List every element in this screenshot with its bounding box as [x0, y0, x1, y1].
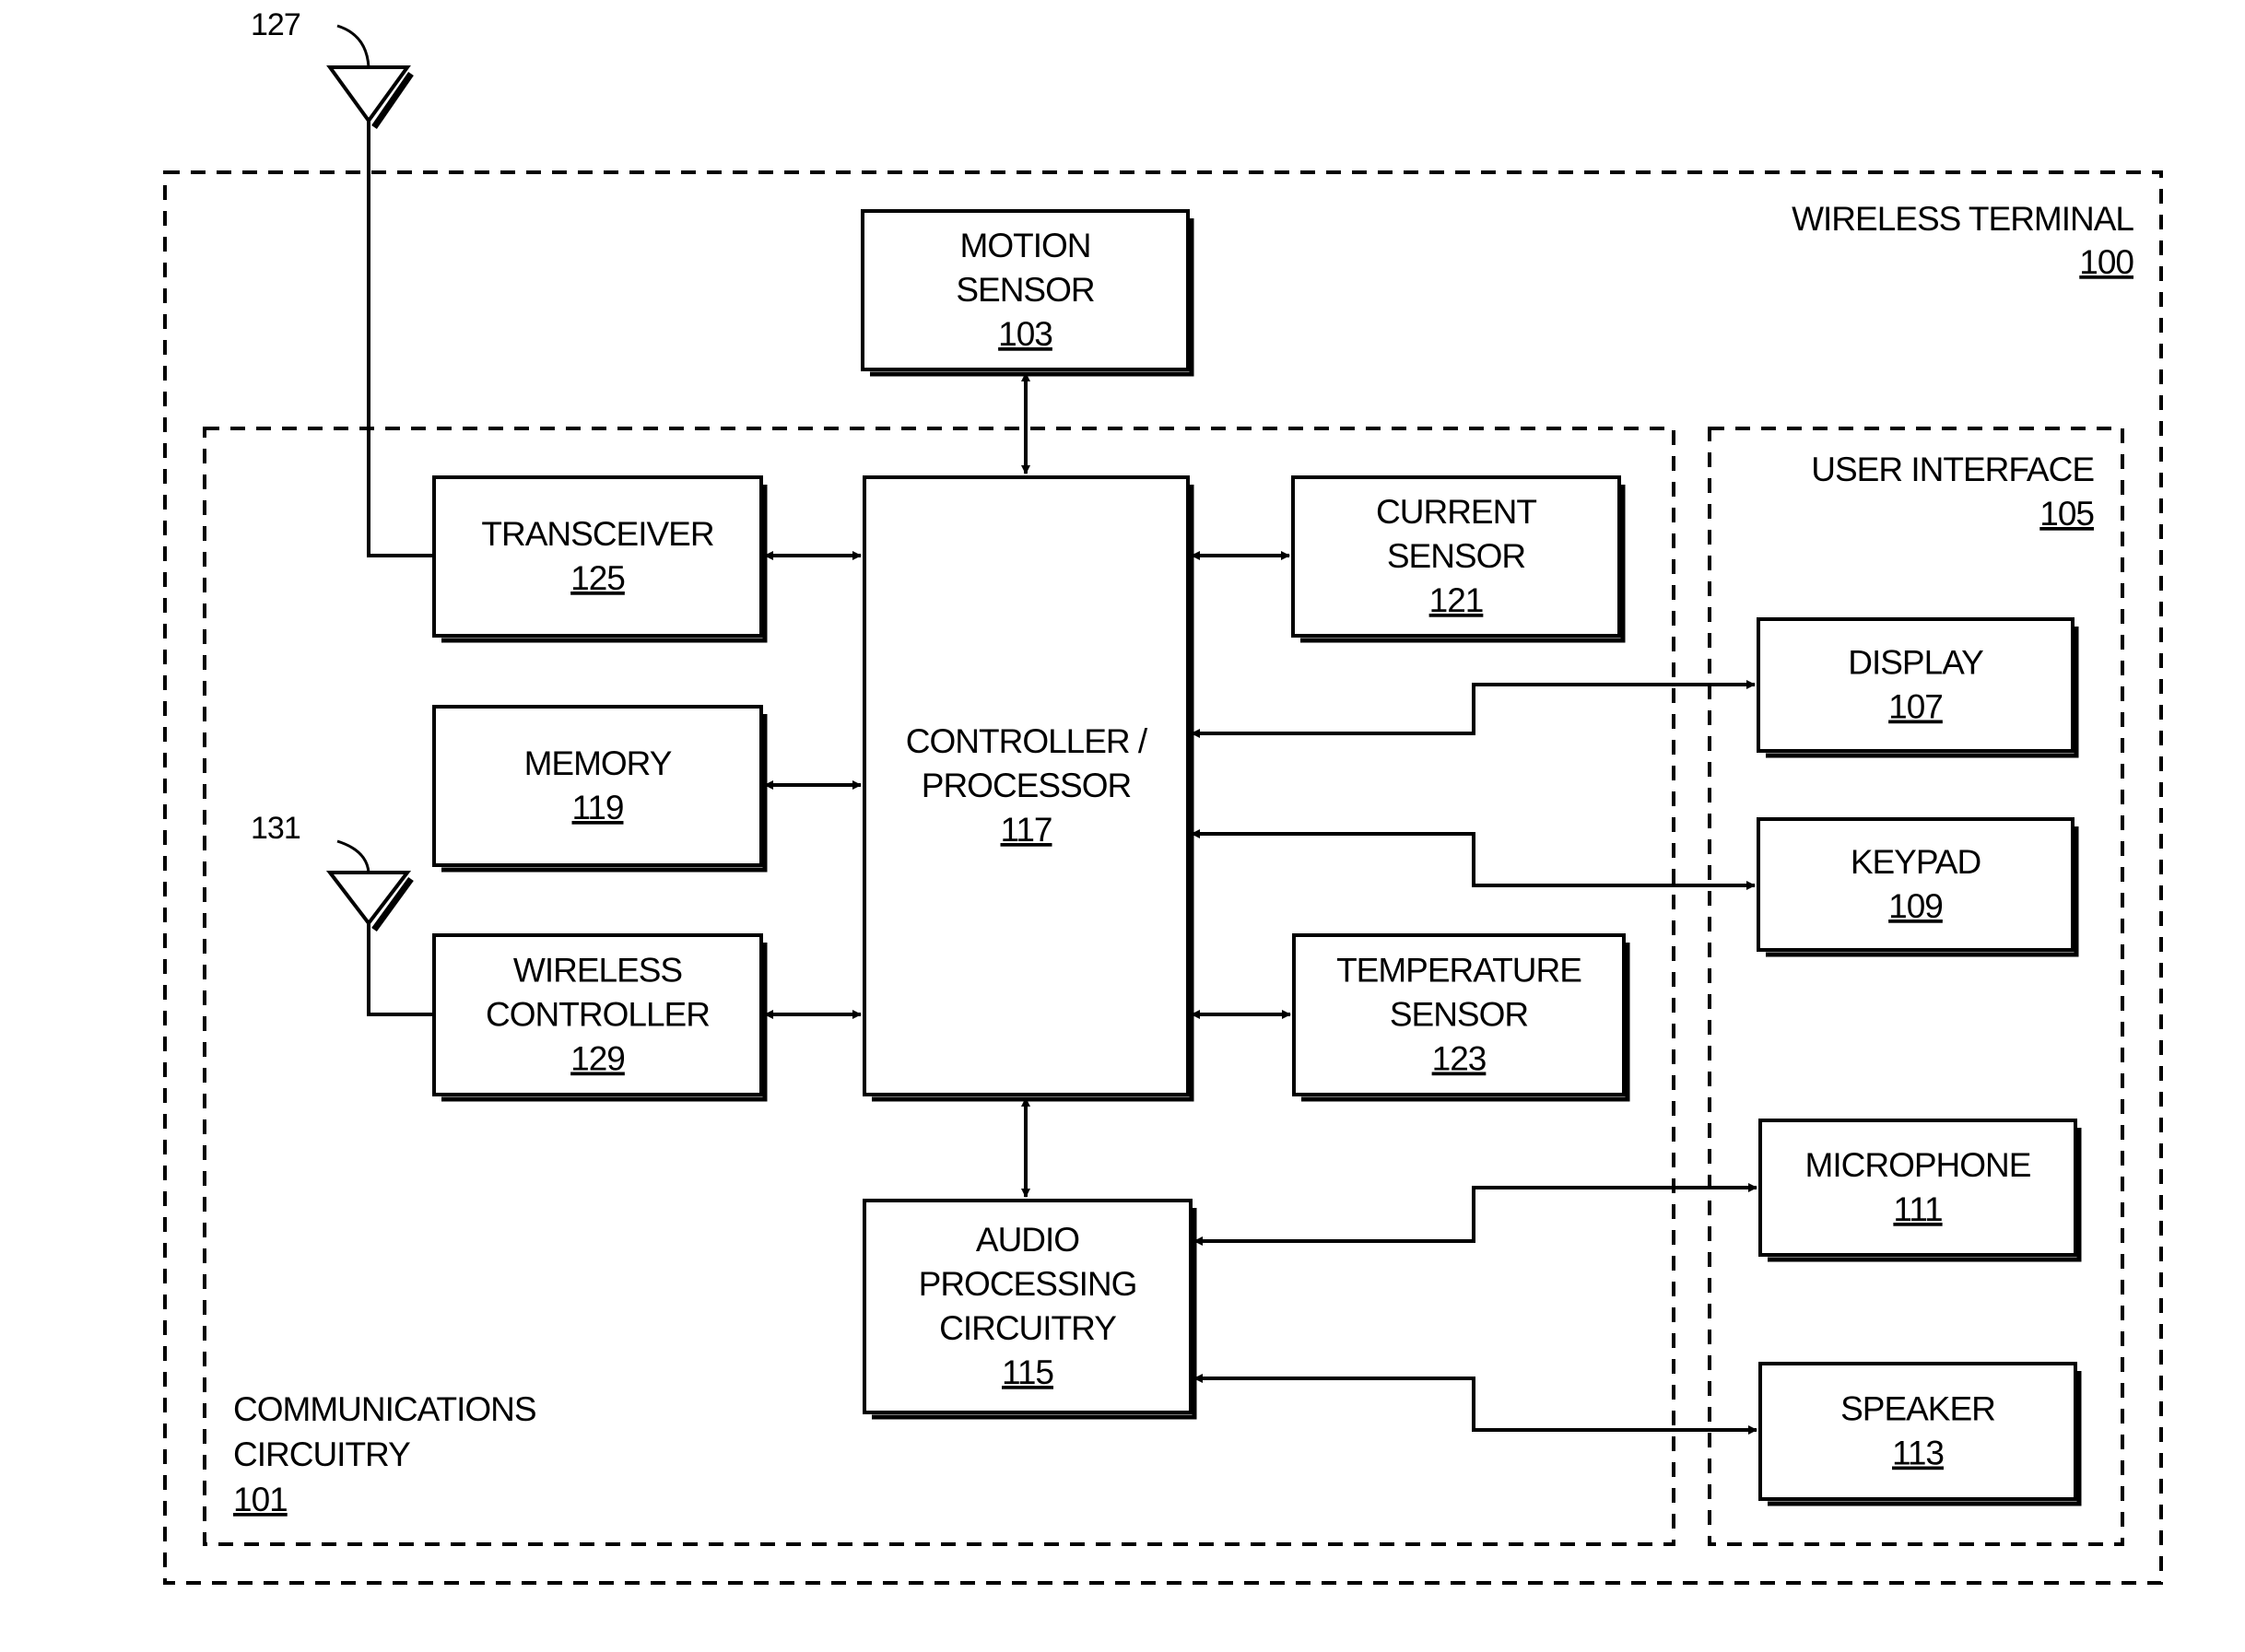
block-label-line: CONTROLLER /	[906, 722, 1148, 760]
antenna-131-feed-line	[367, 923, 434, 1016]
block-wireless-controller: WIRELESS CONTROLLER 129	[432, 933, 768, 1102]
user-interface-label: USER INTERFACE	[1811, 451, 2094, 488]
block-ref-number: 117	[1001, 811, 1052, 849]
block-motion-sensor: MOTION SENSOR 103	[861, 209, 1194, 377]
block-ref-number: 109	[1888, 887, 1943, 925]
block-speaker: SPEAKER 113	[1758, 1362, 2082, 1506]
block-label-line: CONTROLLER	[486, 996, 710, 1034]
block-ref-number: 111	[1893, 1190, 1942, 1228]
block-audio-processing: AUDIO PROCESSING CIRCUITRY 115	[863, 1199, 1197, 1420]
block-label-line: MOTION	[960, 227, 1091, 264]
connector-controller-keypad	[1191, 829, 1756, 890]
block-memory: MEMORY 119	[432, 705, 768, 873]
antenna-131: 131	[251, 811, 434, 1016]
block-box	[1758, 1362, 2077, 1501]
block-label-line: SENSOR	[1387, 537, 1525, 575]
antenna-127-feed-line	[367, 121, 434, 557]
block-label-line: WIRELESS	[513, 952, 682, 990]
block-label-line: MICROPHONE	[1805, 1146, 2031, 1184]
block-ref-number: 119	[572, 789, 624, 826]
block-label-line: CIRCUITRY	[939, 1309, 1116, 1347]
block-ref-number: 107	[1888, 688, 1943, 726]
block-label-line: SENSOR	[956, 271, 1094, 309]
block-controller-processor: CONTROLLER / PROCESSOR 117	[863, 475, 1194, 1102]
block-ref-number: 113	[1892, 1435, 1944, 1472]
wireless-terminal-ref: 100	[2079, 243, 2133, 281]
block-ref-number: 115	[1002, 1353, 1053, 1391]
antenna-127-ref: 127	[251, 7, 300, 42]
block-box	[1757, 617, 2075, 753]
block-label-line: DISPLAY	[1848, 644, 1983, 682]
block-label-line: PROCESSING	[919, 1265, 1137, 1303]
antenna-131-ref: 131	[251, 811, 300, 846]
block-label-line: KEYPAD	[1851, 843, 1981, 881]
block-ref-number: 125	[570, 559, 625, 597]
block-ref-number: 103	[998, 315, 1052, 353]
block-box	[432, 705, 763, 867]
block-label-line: AUDIO	[976, 1221, 1079, 1259]
block-display: DISPLAY 107	[1757, 617, 2079, 758]
block-keypad: KEYPAD 109	[1757, 817, 2079, 957]
communications-circuitry-label-line2: CIRCUITRY	[233, 1435, 410, 1473]
user-interface-ref: 105	[2039, 495, 2094, 533]
antenna-127-leader	[336, 24, 370, 68]
communications-circuitry-ref: 101	[233, 1481, 288, 1518]
block-microphone: MICROPHONE 111	[1758, 1119, 2082, 1262]
block-label-line: CURRENT	[1376, 493, 1536, 531]
block-label-line: SPEAKER	[1840, 1390, 1995, 1428]
block-box	[1758, 1119, 2077, 1257]
block-label-line: TEMPERATURE	[1336, 952, 1581, 990]
blocks: MOTION SENSOR 103 TRANSCEIVER 125 MEMORY 119 WI…	[432, 209, 2082, 1506]
block-label-line: TRANSCEIVER	[481, 515, 713, 553]
block-transceiver: TRANSCEIVER 125	[432, 475, 768, 643]
block-label-line: SENSOR	[1390, 996, 1528, 1034]
block-ref-number: 121	[1429, 581, 1484, 619]
block-ref-number: 129	[570, 1040, 625, 1078]
block-current-sensor: CURRENT SENSOR 121	[1291, 475, 1626, 643]
block-label-line: PROCESSOR	[922, 767, 1131, 804]
block-ref-number: 123	[1432, 1040, 1487, 1078]
block-box	[1757, 817, 2075, 952]
wireless-terminal-label: WIRELESS TERMINAL	[1792, 200, 2133, 238]
communications-circuitry-label-line1: COMMUNICATIONS	[233, 1390, 536, 1428]
connector-controller-display	[1191, 680, 1756, 738]
block-temperature-sensor: TEMPERATURE SENSOR 123	[1292, 933, 1630, 1102]
antenna-127: 127	[251, 7, 434, 557]
block-box	[432, 475, 763, 638]
block-diagram: WIRELESS TERMINAL 100 COMMUNICATIONS CIR…	[163, 7, 2163, 1585]
block-label-line: MEMORY	[524, 744, 672, 782]
antenna-131-leader	[336, 839, 370, 873]
